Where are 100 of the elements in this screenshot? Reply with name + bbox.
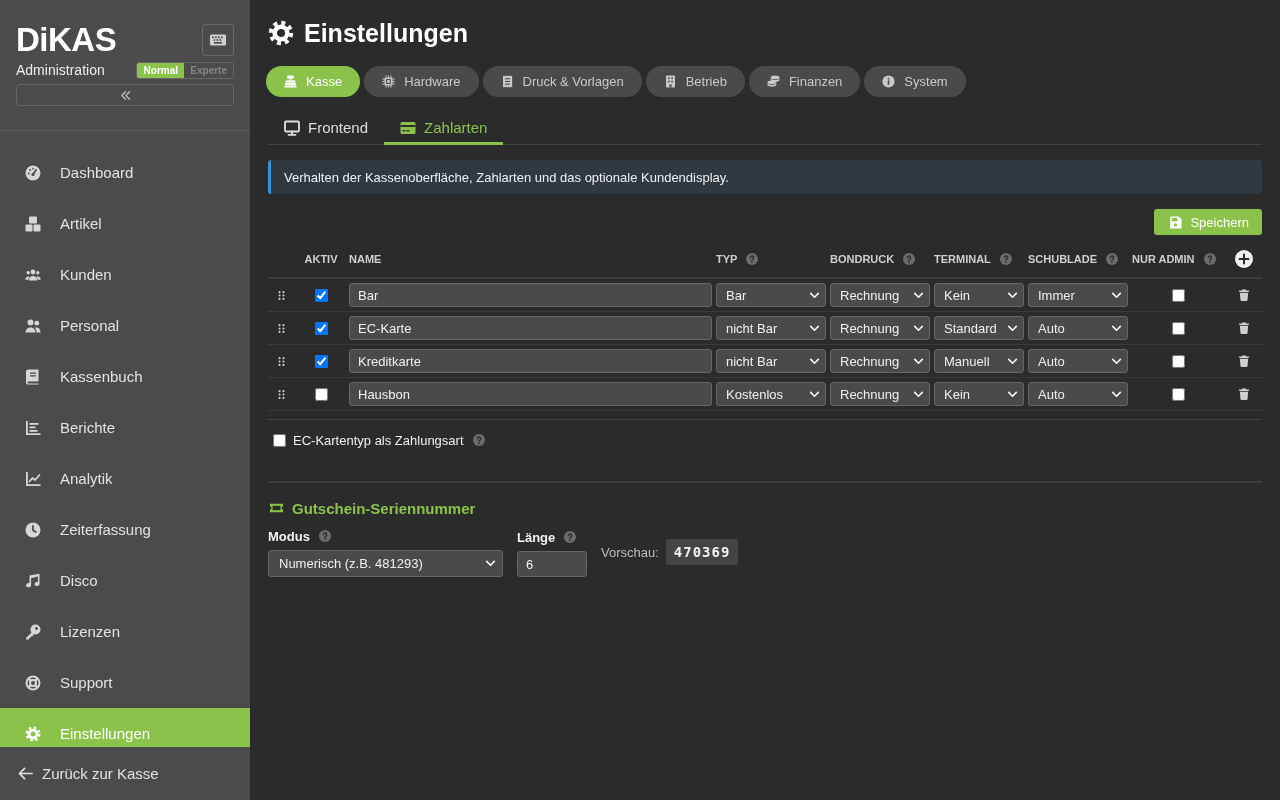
nav-item[interactable]: Analytik (0, 453, 250, 504)
terminal-select[interactable]: Manuell (934, 349, 1024, 373)
type-select[interactable]: Bar (716, 283, 826, 307)
section-title: Gutschein-Seriennummer (292, 499, 476, 517)
category-tab[interactable]: Finanzen (748, 66, 861, 97)
music-note-icon (25, 572, 41, 589)
help-icon[interactable] (746, 252, 759, 265)
trash-icon[interactable] (1238, 387, 1250, 401)
category-tab[interactable]: Hardware (364, 66, 479, 97)
category-tab[interactable]: System (864, 66, 966, 97)
receipt-select[interactable]: Rechnung (830, 316, 930, 340)
type-select[interactable]: Kostenlos (716, 382, 826, 406)
line-chart-icon (25, 470, 41, 487)
drag-handle-icon[interactable] (277, 355, 286, 367)
field-label: Länge (517, 529, 556, 545)
nav-item[interactable]: Berichte (0, 402, 250, 453)
nav-item[interactable]: Support (0, 657, 250, 708)
book-icon (25, 368, 41, 385)
drag-handle-icon[interactable] (277, 289, 286, 301)
type-select[interactable]: nicht Bar (716, 316, 826, 340)
nav-item[interactable]: Zeiterfassung (0, 504, 250, 555)
cash-register-icon (284, 75, 297, 88)
back-link[interactable]: Zurück zur Kasse (18, 765, 159, 782)
column-header: SCHUBLADE (1028, 252, 1098, 265)
receipt-icon (500, 75, 514, 88)
preview-code: 470369 (665, 539, 739, 565)
nav-item[interactable]: Disco (0, 555, 250, 606)
keyboard-button[interactable] (202, 24, 234, 56)
help-icon[interactable] (1203, 252, 1216, 265)
drag-handle-icon[interactable] (277, 322, 286, 334)
keyboard-icon (210, 32, 226, 48)
terminal-select[interactable]: Kein (934, 382, 1024, 406)
drawer-select[interactable]: Auto (1028, 349, 1128, 373)
name-field[interactable]: Hausbon (349, 382, 712, 406)
boxes-icon (25, 215, 41, 232)
drag-handle-icon[interactable] (277, 388, 286, 400)
column-header: BONDRUCK (830, 252, 895, 265)
help-icon[interactable] (999, 252, 1012, 265)
nav-item[interactable]: Kassenbuch (0, 351, 250, 402)
admin-only-checkbox[interactable] (1171, 387, 1185, 401)
ticket-icon (268, 501, 285, 515)
name-field[interactable]: EC-Karte (349, 316, 712, 340)
nav-item[interactable]: Personal (0, 300, 250, 351)
help-icon[interactable] (564, 531, 577, 543)
name-field[interactable]: Bar (349, 283, 712, 307)
lifebuoy-icon (25, 674, 41, 691)
field-label: Modus (268, 528, 310, 544)
help-icon[interactable] (1106, 252, 1119, 265)
nav-item[interactable]: Dashboard (0, 147, 250, 198)
monitor-icon (284, 119, 300, 136)
clock-icon (25, 521, 41, 538)
name-field[interactable]: Kreditkarte (349, 349, 712, 373)
trash-icon[interactable] (1238, 288, 1250, 302)
app-subtitle: Administration (16, 62, 105, 78)
admin-only-checkbox[interactable] (1171, 354, 1185, 368)
add-icon[interactable] (1235, 249, 1253, 268)
help-icon[interactable] (472, 434, 485, 446)
active-checkbox[interactable] (314, 354, 328, 368)
trash-icon[interactable] (1238, 321, 1250, 335)
type-select[interactable]: nicht Bar (716, 349, 826, 373)
preview-label: Vorschau: (601, 544, 659, 560)
coins-icon (766, 75, 780, 88)
checkbox-label: EC-Kartentyp als Zahlungsart (293, 432, 464, 448)
logo: DiKAS (16, 24, 117, 56)
receipt-select[interactable]: Rechnung (830, 349, 930, 373)
terminal-select[interactable]: Standard (934, 316, 1024, 340)
help-icon[interactable] (318, 530, 331, 542)
building-icon (663, 75, 677, 88)
receipt-select[interactable]: Rechnung (830, 283, 930, 307)
help-icon[interactable] (903, 252, 916, 265)
active-checkbox[interactable] (314, 321, 328, 335)
chevron-down-icon (485, 558, 496, 569)
key-icon (25, 623, 41, 640)
category-tab[interactable]: Betrieb (645, 66, 745, 97)
drawer-select[interactable]: Immer (1028, 283, 1128, 307)
info-icon (882, 75, 896, 88)
sub-tab[interactable]: Zahlarten (384, 110, 504, 145)
length-field[interactable]: 6 (517, 551, 587, 577)
column-header: TERMINAL (934, 252, 991, 265)
trash-icon[interactable] (1238, 354, 1250, 368)
nav-item[interactable]: Lizenzen (0, 606, 250, 657)
gear-icon (268, 20, 294, 46)
active-checkbox[interactable] (314, 288, 328, 302)
admin-only-checkbox[interactable] (1171, 321, 1185, 335)
drawer-select[interactable]: Auto (1028, 316, 1128, 340)
sub-tab[interactable]: Frontend (268, 110, 385, 145)
admin-only-checkbox[interactable] (1171, 288, 1185, 302)
drawer-select[interactable]: Auto (1028, 382, 1128, 406)
mode-select[interactable]: Numerisch (z.B. 481293) (268, 550, 503, 577)
nav-item[interactable]: Artikel (0, 198, 250, 249)
column-header: NUR ADMIN (1132, 252, 1195, 265)
user-pair-icon (25, 317, 41, 334)
bar-list-icon (25, 419, 41, 436)
terminal-select[interactable]: Kein (934, 283, 1024, 307)
active-checkbox[interactable] (314, 387, 328, 401)
receipt-select[interactable]: Rechnung (830, 382, 930, 406)
ec-card-type-checkbox[interactable] (273, 433, 286, 447)
column-header: NAME (349, 252, 382, 265)
nav-item[interactable]: Kunden (0, 249, 250, 300)
category-tab[interactable]: Druck & Vorlagen (482, 66, 642, 97)
